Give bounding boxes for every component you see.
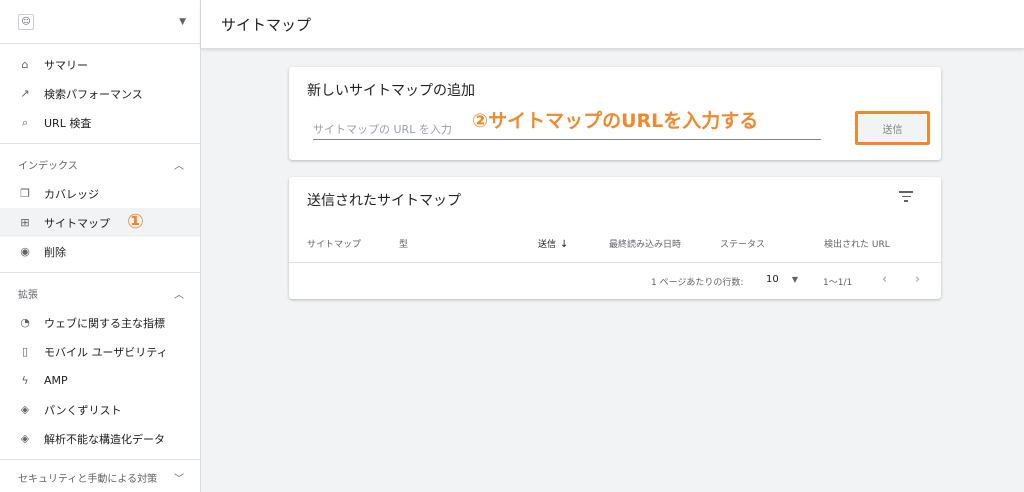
add-sitemap-card: 新しいサイトマップの追加 ②サイトマップのURLを入力する 送信	[289, 67, 941, 160]
sidebar-item-label: サマリー	[44, 58, 88, 72]
arrow-down-icon: ↓	[560, 239, 569, 250]
submit-button[interactable]: 送信	[859, 115, 926, 141]
prev-page-icon[interactable]: ‹	[882, 272, 887, 287]
sidebar-item-label: パンくずリスト	[44, 403, 122, 417]
sidebar-divider	[0, 272, 200, 273]
filter-icon[interactable]	[899, 191, 913, 203]
submitted-sitemaps-title: 送信されたサイトマップ	[307, 193, 461, 209]
sidebar-item-breadcrumbs[interactable]: ◈ パンくずリスト	[0, 395, 200, 424]
sidebar-section-enhancements[interactable]: 拡張 ︿	[0, 279, 200, 308]
sidebar-item-unparsable-data[interactable]: ◈ 解析不能な構造化データ	[0, 424, 200, 453]
layers-icon: ◈	[20, 403, 30, 416]
trend-icon: ↗	[20, 87, 30, 100]
sidebar-item-label: 検索パフォーマンス	[44, 87, 143, 101]
pagination-range: 1〜1/1	[823, 278, 853, 288]
sidebar-item-label: サイトマップ	[44, 216, 110, 230]
page-title: サイトマップ	[221, 15, 312, 34]
eye-off-icon: ◉	[20, 245, 30, 258]
section-title: インデックス	[18, 161, 78, 172]
submitted-sitemaps-card: 送信されたサイトマップ サイトマップ 型 送信 ↓ 最終読み込み日時 ステータス …	[289, 177, 941, 299]
table-divider	[289, 262, 941, 263]
home-icon: ⌂	[21, 58, 29, 71]
phone-icon: ▯	[21, 345, 29, 358]
sidebar-item-performance[interactable]: ↗ 検索パフォーマンス	[0, 79, 200, 108]
copy-icon: ❐	[20, 187, 30, 200]
sidebar-item-core-web-vitals[interactable]: ◔ ウェブに関する主な指標	[0, 308, 200, 337]
page-header: サイトマップ	[201, 0, 1024, 49]
bolt-icon: ϟ	[21, 374, 29, 387]
sidebar-divider	[0, 459, 200, 460]
section-title: 拡張	[18, 290, 38, 301]
property-favicon-icon: ☺	[18, 13, 34, 30]
sidebar-item-label: URL 検査	[44, 116, 92, 130]
sidebar-divider	[0, 143, 200, 144]
caret-down-icon: ▼	[791, 275, 799, 284]
sidebar-item-coverage[interactable]: ❐ カバレッジ	[0, 179, 200, 208]
layers-icon: ◈	[20, 432, 30, 445]
search-icon: ⌕	[21, 115, 29, 129]
chevron-up-icon[interactable]: ︿	[174, 286, 184, 301]
gauge-icon: ◔	[20, 316, 30, 329]
sidebar-item-label: 削除	[44, 245, 66, 259]
property-selector[interactable]: ☺ ▼	[0, 0, 200, 44]
column-header-type[interactable]: 型	[399, 237, 408, 250]
dropdown-caret-icon[interactable]: ▼	[179, 17, 186, 27]
sidebar-item-label: カバレッジ	[44, 187, 99, 201]
sidebar-item-label: モバイル ユーザビリティ	[44, 345, 168, 359]
sidebar-item-label: ウェブに関する主な指標	[44, 316, 165, 330]
sidebar-section-security[interactable]: セキュリティと手動による対策 ﹀	[0, 466, 200, 487]
sidebar: ☺ ▼ ⌂ サマリー ↗ 検索パフォーマンス ⌕ URL 検査 インデックス ︿…	[0, 0, 201, 492]
sidebar-item-label: 解析不能な構造化データ	[44, 432, 165, 446]
sidebar-item-summary[interactable]: ⌂ サマリー	[0, 50, 200, 79]
sidebar-item-label: AMP	[44, 374, 68, 387]
property-name-redacted	[42, 14, 142, 29]
next-page-icon[interactable]: ›	[915, 272, 920, 287]
column-header-sitemap[interactable]: サイトマップ	[307, 237, 361, 250]
chevron-down-icon[interactable]: ﹀	[174, 472, 184, 487]
column-header-discovered-urls[interactable]: 検出された URL	[824, 237, 890, 250]
sidebar-item-url-inspection[interactable]: ⌕ URL 検査	[0, 108, 200, 137]
annotation-marker-1: ①	[127, 209, 144, 233]
sidebar-item-removals[interactable]: ◉ 削除	[0, 237, 200, 266]
sidebar-item-sitemaps[interactable]: ⊞ サイトマップ ①	[0, 208, 200, 237]
sidebar-item-mobile-usability[interactable]: ▯ モバイル ユーザビリティ	[0, 337, 200, 366]
sidebar-item-amp[interactable]: ϟ AMP	[0, 366, 200, 395]
rows-per-page-value: 10	[766, 274, 779, 285]
annotation-marker-2: ②サイトマップのURLを入力する	[472, 110, 759, 132]
sidebar-section-index[interactable]: インデックス ︿	[0, 150, 200, 179]
chevron-up-icon[interactable]: ︿	[174, 157, 184, 172]
column-header-last-read[interactable]: 最終読み込み日時	[609, 237, 681, 250]
rows-per-page-label: 1 ページあたりの行数:	[651, 278, 744, 288]
rows-per-page-select[interactable]: 10 ▼	[766, 274, 798, 285]
column-header-submitted[interactable]: 送信 ↓	[538, 237, 568, 250]
column-header-status[interactable]: ステータス	[720, 237, 765, 250]
section-title: セキュリティと手動による対策	[18, 474, 158, 485]
sitemap-icon: ⊞	[20, 216, 30, 229]
add-sitemap-title: 新しいサイトマップの追加	[307, 83, 475, 99]
